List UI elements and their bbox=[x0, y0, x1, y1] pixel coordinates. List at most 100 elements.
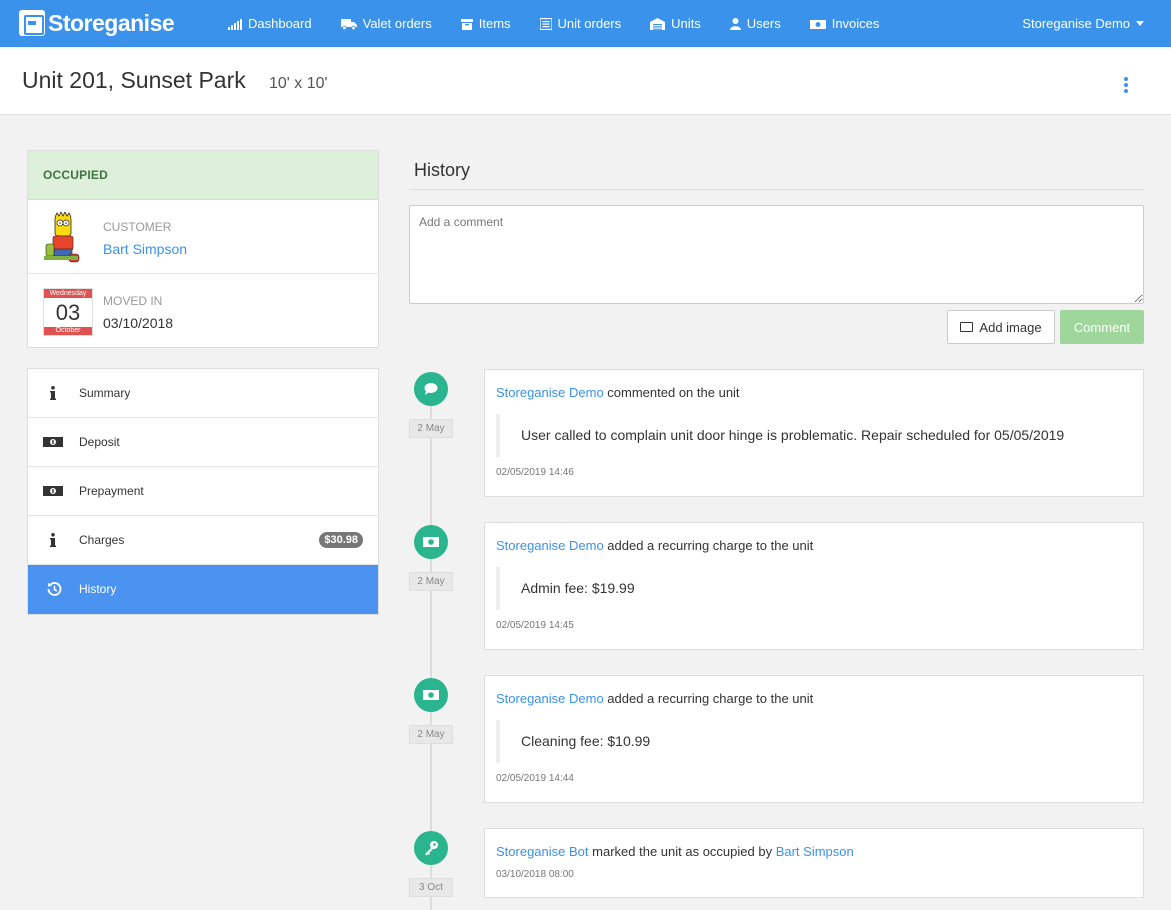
user-dropdown[interactable]: Storeganise Demo bbox=[1022, 0, 1144, 47]
actor-link[interactable]: Storeganise Bot bbox=[496, 844, 589, 859]
comment-icon bbox=[424, 383, 438, 395]
image-icon bbox=[960, 322, 974, 332]
menu-item-label: History bbox=[79, 582, 117, 596]
actor-link[interactable]: Storeganise Demo bbox=[496, 691, 604, 706]
calendar-weekday: Wednesday bbox=[44, 289, 92, 298]
actor-link[interactable]: Storeganise Demo bbox=[496, 385, 604, 400]
calendar-day: 03 bbox=[55, 300, 81, 325]
entry-timestamp: 02/05/2019 14:46 bbox=[496, 467, 574, 478]
calendar-icon: Wednesday 03 October bbox=[43, 288, 93, 336]
nav-item-invoices[interactable]: Invoices bbox=[809, 0, 880, 47]
brand-name: Storeganise bbox=[48, 9, 175, 36]
nav-item-users[interactable]: Users bbox=[729, 0, 781, 47]
customer-label: CUSTOMER bbox=[103, 220, 172, 234]
top-navbar: Storeganise Dashboard Valet orders Items… bbox=[0, 0, 1171, 47]
timeline-entry: Storeganise Bot marked the unit as occup… bbox=[484, 828, 1144, 898]
key-icon bbox=[425, 841, 438, 856]
menu-item-charges[interactable]: Charges $30.98 bbox=[28, 516, 378, 565]
nav-item-label: Users bbox=[746, 16, 781, 31]
money-icon bbox=[43, 437, 63, 447]
status-badge: OCCUPIED bbox=[28, 151, 378, 200]
list-icon bbox=[539, 17, 552, 30]
menu-item-label: Summary bbox=[79, 386, 131, 400]
timeline-entry: Storeganise Demo added a recurring charg… bbox=[484, 522, 1144, 650]
menu-item-summary[interactable]: Summary bbox=[28, 369, 378, 418]
warehouse-icon bbox=[650, 17, 666, 30]
nav-item-label: Invoices bbox=[831, 16, 880, 31]
timeline-dot bbox=[414, 831, 448, 865]
nav-item-items[interactable]: Items bbox=[460, 0, 511, 47]
user-name: Storeganise Demo bbox=[1022, 16, 1130, 31]
unit-side-menu: Summary Deposit Prepayment Charges $30.9… bbox=[27, 368, 379, 615]
entry-action: marked the unit as occupied by bbox=[592, 844, 773, 859]
nav-item-label: Items bbox=[478, 16, 511, 31]
customer-row: CUSTOMER Bart Simpson bbox=[28, 200, 378, 274]
money-icon bbox=[809, 19, 826, 29]
nav-menu: Dashboard Valet orders Items Unit orders… bbox=[228, 0, 908, 47]
add-image-button[interactable]: Add image bbox=[947, 310, 1055, 344]
entry-action: added a recurring charge to the unit bbox=[607, 538, 814, 553]
entry-heading: Storeganise Demo commented on the unit bbox=[496, 385, 740, 400]
info-icon bbox=[50, 533, 56, 547]
logo-icon bbox=[19, 10, 45, 36]
timeline-date-tag: 2 May bbox=[409, 572, 453, 591]
caret-down-icon bbox=[1136, 21, 1144, 26]
timeline-dot bbox=[414, 372, 448, 406]
customer-link[interactable]: Bart Simpson bbox=[776, 844, 854, 859]
entry-action: commented on the unit bbox=[607, 385, 740, 400]
entry-detail: User called to complain unit door hinge … bbox=[496, 414, 1126, 457]
moved-in-date: 03/10/2018 bbox=[103, 315, 174, 331]
entry-timestamp: 03/10/2018 08:00 bbox=[496, 869, 574, 880]
entry-detail: Cleaning fee: $10.99 bbox=[496, 720, 1126, 763]
entry-heading: Storeganise Demo added a recurring charg… bbox=[496, 538, 813, 553]
bar-chart-icon bbox=[228, 18, 242, 30]
brand-logo[interactable]: Storeganise bbox=[19, 9, 175, 37]
moved-in-label: MOVED IN bbox=[103, 294, 163, 308]
archive-box-icon bbox=[460, 18, 473, 30]
menu-item-prepayment[interactable]: Prepayment bbox=[28, 467, 378, 516]
customer-name-link[interactable]: Bart Simpson bbox=[103, 241, 187, 257]
timeline-dot bbox=[414, 525, 448, 559]
charges-total-badge: $30.98 bbox=[319, 532, 363, 548]
history-title: History bbox=[414, 160, 471, 180]
nav-item-label: Unit orders bbox=[557, 16, 622, 31]
nav-item-label: Units bbox=[671, 16, 701, 31]
comment-button[interactable]: Comment bbox=[1060, 310, 1144, 344]
calendar-month: October bbox=[44, 327, 92, 335]
entry-heading: Storeganise Demo added a recurring charg… bbox=[496, 691, 813, 706]
entry-timestamp: 02/05/2019 14:44 bbox=[496, 773, 574, 784]
add-image-label: Add image bbox=[979, 319, 1042, 335]
entry-timestamp: 02/05/2019 14:45 bbox=[496, 620, 574, 631]
timeline-date-tag: 3 Oct bbox=[409, 878, 453, 897]
nav-item-unit-orders[interactable]: Unit orders bbox=[539, 0, 622, 47]
menu-item-history[interactable]: History bbox=[28, 565, 378, 614]
nav-item-label: Valet orders bbox=[362, 16, 432, 31]
menu-item-label: Deposit bbox=[79, 435, 120, 449]
more-options-icon[interactable] bbox=[1122, 77, 1130, 93]
menu-item-label: Charges bbox=[79, 533, 125, 547]
timeline-entry: Storeganise Demo commented on the unit U… bbox=[484, 369, 1144, 497]
actor-link[interactable]: Storeganise Demo bbox=[496, 538, 604, 553]
money-icon bbox=[43, 486, 63, 496]
avatar bbox=[44, 212, 80, 263]
history-icon bbox=[47, 582, 62, 596]
nav-item-valet-orders[interactable]: Valet orders bbox=[340, 0, 432, 47]
timeline-date-tag: 2 May bbox=[409, 725, 453, 744]
user-icon bbox=[729, 17, 741, 30]
nav-item-dashboard[interactable]: Dashboard bbox=[228, 0, 312, 47]
nav-item-units[interactable]: Units bbox=[650, 0, 701, 47]
section-divider bbox=[409, 189, 1144, 190]
unit-status-card: OCCUPIED CUSTOMER Bart Simpson Wednesday… bbox=[27, 150, 379, 348]
unit-size: 10' x 10' bbox=[269, 75, 328, 92]
entry-heading: Storeganise Bot marked the unit as occup… bbox=[496, 844, 854, 859]
moved-in-row: Wednesday 03 October MOVED IN 03/10/2018 bbox=[28, 274, 378, 348]
timeline-date-tag: 2 May bbox=[409, 419, 453, 438]
menu-item-label: Prepayment bbox=[79, 484, 144, 498]
comment-input[interactable] bbox=[409, 205, 1144, 304]
entry-action: added a recurring charge to the unit bbox=[607, 691, 814, 706]
timeline-dot bbox=[414, 678, 448, 712]
timeline-entry: Storeganise Demo added a recurring charg… bbox=[484, 675, 1144, 803]
page-header: Unit 201, Sunset Park 10' x 10' bbox=[0, 47, 1171, 115]
money-icon bbox=[423, 537, 439, 547]
menu-item-deposit[interactable]: Deposit bbox=[28, 418, 378, 467]
